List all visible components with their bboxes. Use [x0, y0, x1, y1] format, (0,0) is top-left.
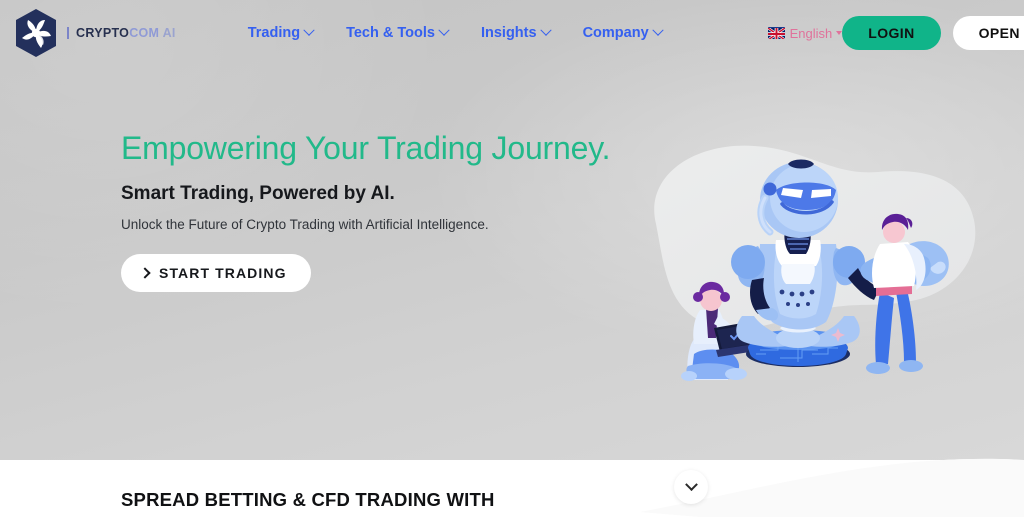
uk-flag-icon	[767, 27, 785, 39]
brand-logo[interactable]: CRYPTOCOM AI	[14, 8, 176, 58]
chevron-down-icon	[438, 24, 450, 36]
chevron-down-icon	[303, 24, 315, 36]
header-actions: LOGIN OPEN ACCOUNT	[842, 16, 1024, 50]
brand-name-ai: AI	[162, 25, 176, 40]
chevron-down-icon	[651, 24, 664, 36]
chevron-right-icon	[139, 267, 151, 279]
nav-item-tech-and-tools-label: Tech & Tools	[346, 25, 435, 41]
chevron-down-icon	[539, 24, 552, 36]
brand-name-com: COM	[129, 25, 160, 40]
main-navigation: Trading Tech & Tools Insights Company	[247, 24, 664, 41]
hexagon-swirl-logo-icon	[14, 8, 58, 58]
nav-item-company[interactable]: Company	[582, 24, 664, 41]
login-button[interactable]: LOGIN	[842, 16, 941, 50]
nav-item-insights-label: Insights	[480, 25, 537, 41]
site-header: CRYPTOCOM AI Trading Tech & Tools Insigh…	[0, 0, 1024, 66]
nav-item-company-label: Company	[582, 25, 649, 41]
section-heading-line-2: EXCELLENT TRADING CONDITIONS	[121, 512, 495, 517]
nav-item-tech-and-tools[interactable]: Tech & Tools	[346, 24, 450, 41]
hero-subheading: Smart Trading, Powered by AI.	[121, 183, 395, 205]
nav-item-insights[interactable]: Insights	[480, 24, 552, 41]
hero-copy-block: Empowering Your Trading Journey. Smart T…	[121, 130, 611, 293]
hero-tagline: Unlock the Future of Crypto Trading with…	[121, 217, 489, 233]
page-title: Empowering Your Trading Journey.	[121, 130, 611, 166]
section-heading-line-1: SPREAD BETTING & CFD TRADING WITH	[121, 489, 495, 510]
brand-wordmark: CRYPTOCOM AI	[67, 27, 176, 40]
nav-item-trading-label: Trading	[247, 25, 301, 41]
start-trading-label: START TRADING	[159, 265, 287, 282]
ai-robot-with-people-illustration	[630, 132, 1024, 394]
section-heading-block: SPREAD BETTING & CFD TRADING WITH EXCELL…	[121, 487, 495, 517]
start-trading-button[interactable]: START TRADING	[121, 254, 311, 293]
nav-item-trading[interactable]: Trading	[247, 24, 315, 41]
language-label: English	[789, 25, 833, 41]
scroll-down-button[interactable]	[674, 470, 708, 504]
open-account-button[interactable]: OPEN ACCOUNT	[952, 16, 1024, 50]
brand-name-crypto: CRYPTO	[76, 25, 130, 40]
chevron-down-icon	[684, 477, 698, 491]
language-selector[interactable]: English	[767, 25, 843, 41]
